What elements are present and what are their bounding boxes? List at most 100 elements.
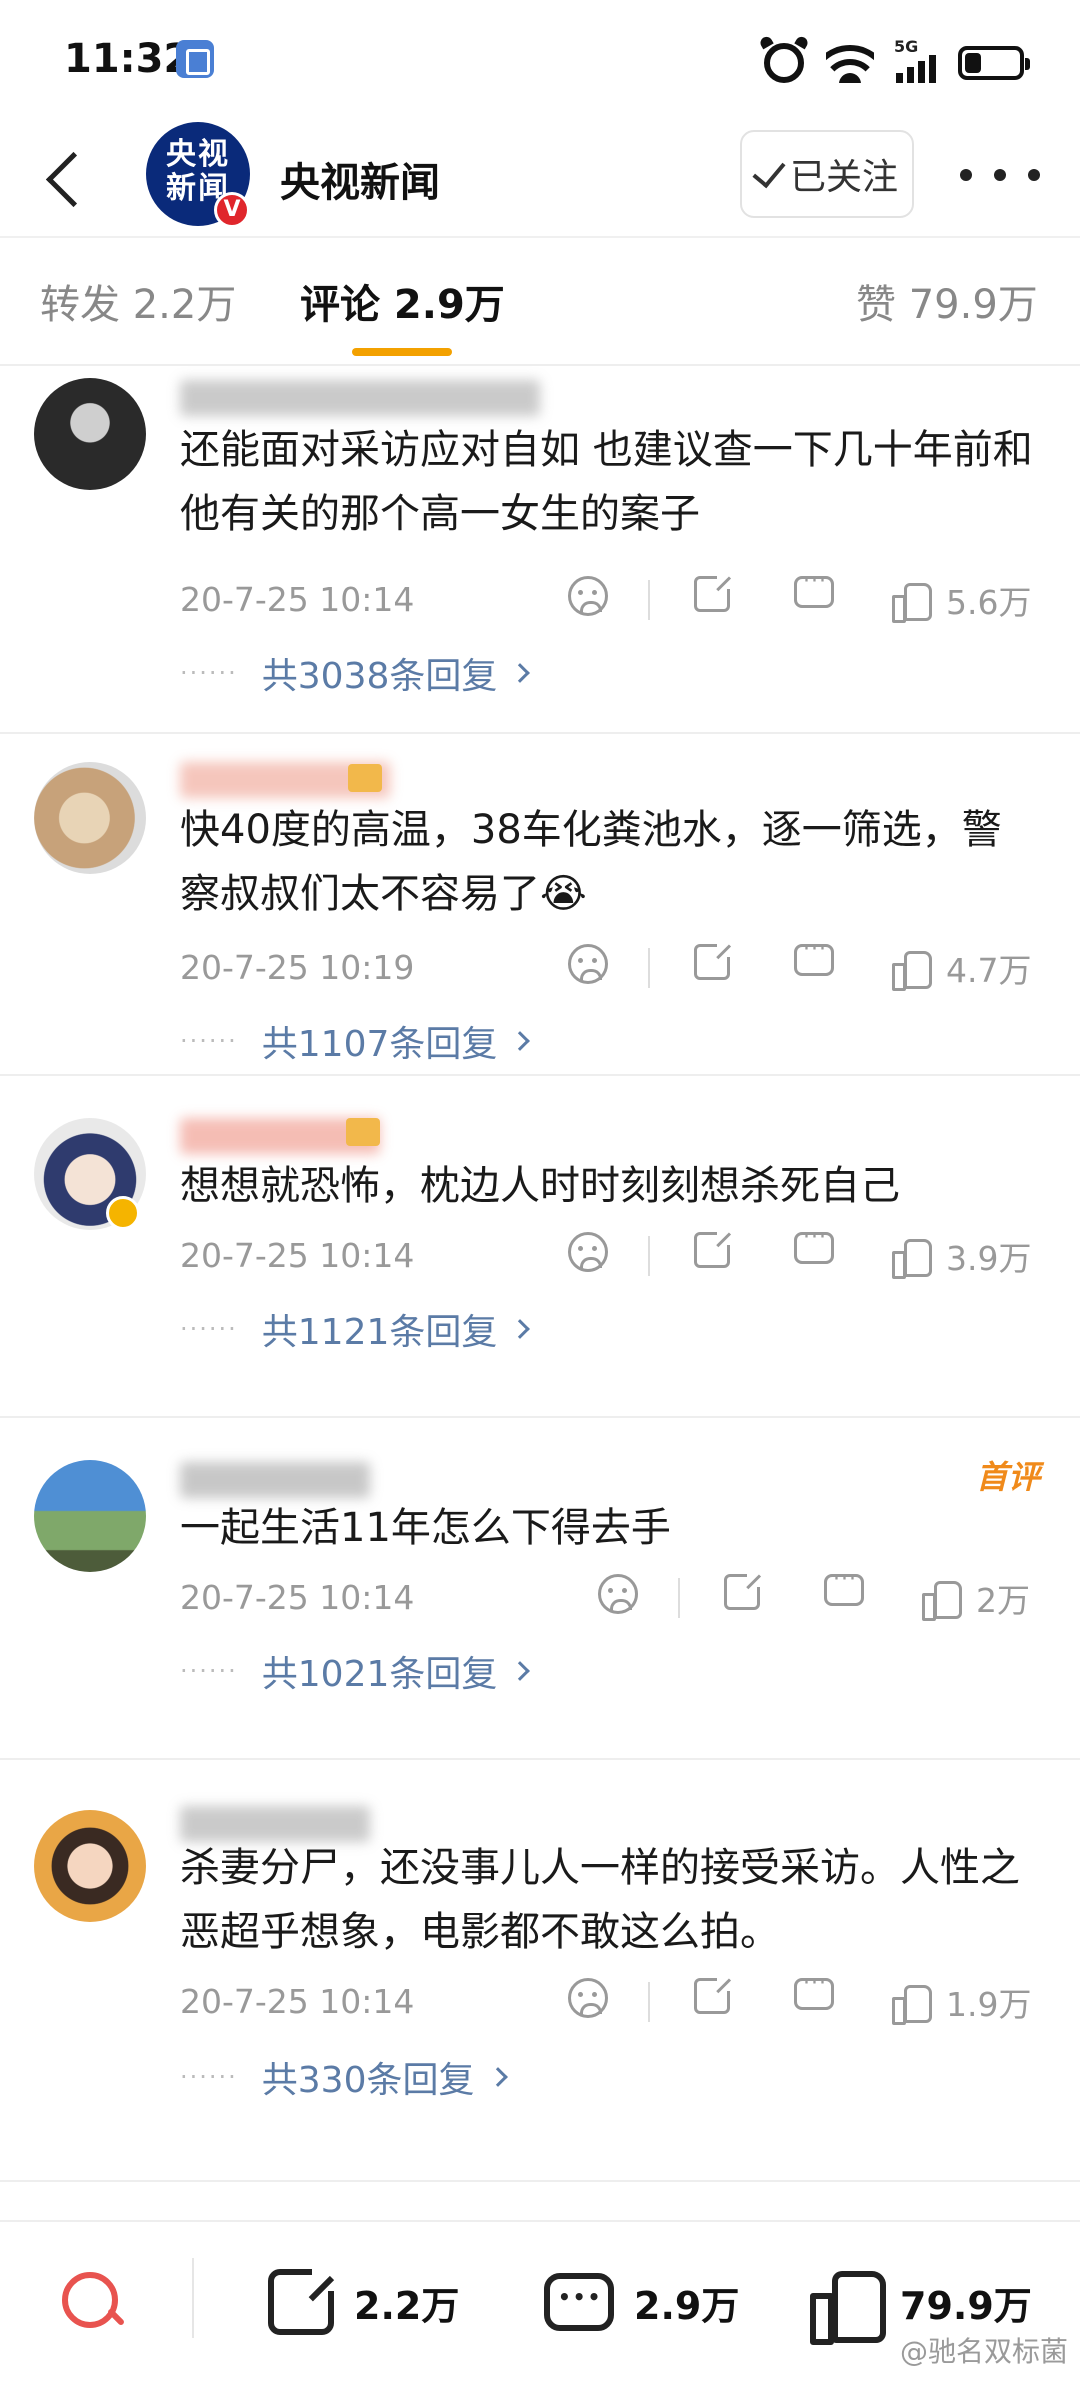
status-bar: 11:32 5G: [0, 0, 1080, 120]
action-divider: [648, 1236, 650, 1276]
frown-face-icon: [598, 1574, 638, 1614]
status-time: 11:32: [64, 36, 192, 82]
commenter-avatar[interactable]: [34, 762, 146, 874]
active-tab-indicator: [352, 348, 452, 356]
like-count: 79.9万: [900, 2283, 1032, 2328]
view-replies-link[interactable]: ······ 共3038条回复: [180, 648, 531, 698]
comment-item: 首评 一起生活11年怎么下得去手 20-7-25 10:14 2万 ······…: [0, 1420, 1080, 1760]
replies-dots: ······: [180, 1657, 238, 1685]
crown-badge-icon: [348, 764, 382, 792]
dislike-button[interactable]: [568, 1232, 608, 1272]
like-count: 3.9万: [946, 1239, 1032, 1278]
replies-count: 共330条回复: [261, 2060, 475, 2101]
like-comment-button[interactable]: 1.9万: [892, 1978, 1031, 2026]
dislike-button[interactable]: [568, 944, 608, 984]
action-divider: [648, 948, 650, 988]
comment-text: 快40度的高温，38车化粪池水，逐一筛选，警察叔叔们太不容易了😭: [180, 807, 1002, 917]
replies-dots: ······: [180, 2063, 238, 2091]
comment-date: 20-7-25 10:19: [180, 948, 415, 987]
back-button[interactable]: [36, 142, 96, 212]
tab-comments[interactable]: 评论 2.9万: [300, 272, 505, 330]
action-divider: [678, 1578, 680, 1618]
thumbs-up-icon: [810, 2267, 886, 2345]
more-options-button[interactable]: [960, 150, 1040, 200]
notification-app-icon: [176, 40, 214, 78]
like-comment-button[interactable]: 2万: [922, 1574, 1030, 1622]
commenter-avatar[interactable]: [34, 1460, 146, 1572]
cellular-signal-icon: 5G: [894, 37, 936, 83]
like-comment-button[interactable]: 5.6万: [892, 576, 1031, 624]
view-replies-link[interactable]: ······ 共1107条回复: [180, 1016, 531, 1066]
reply-comment-button[interactable]: [794, 1225, 834, 1264]
tab-likes[interactable]: 赞 79.9万: [856, 272, 1038, 330]
like-count: 5.6万: [946, 583, 1032, 622]
commenter-name-blurred[interactable]: [180, 1462, 370, 1498]
comment-meta: 20-7-25 10:19 4.7万: [180, 937, 1040, 992]
reply-comment-button[interactable]: [824, 1567, 864, 1606]
comment-date: 20-7-25 10:14: [180, 1578, 415, 1617]
comment-date: 20-7-25 10:14: [180, 1236, 415, 1275]
frown-face-icon: [568, 1232, 608, 1272]
like-count: 1.9万: [946, 1985, 1032, 2024]
commenter-name-blurred[interactable]: [180, 380, 540, 416]
battery-icon: [958, 46, 1030, 80]
thumbs-up-icon: [922, 1579, 962, 1621]
frown-face-icon: [568, 944, 608, 984]
comment-text: 杀妻分尸，还没事儿人一样的接受采访。人性之恶超乎想象，电影都不敢这么拍。: [180, 1845, 1020, 1955]
comment-text: 想想就恐怖，枕边人时时刻刻想杀死自己: [180, 1163, 900, 1209]
commenter-avatar[interactable]: [34, 1810, 146, 1922]
search-button[interactable]: [60, 2268, 126, 2334]
replies-count: 共1021条回复: [261, 1654, 498, 1695]
like-count: 4.7万: [946, 951, 1032, 990]
repost-button[interactable]: 2.2万: [268, 2262, 459, 2342]
dislike-button[interactable]: [568, 576, 608, 616]
comment-bubble-icon: [794, 937, 834, 976]
comment-meta: 20-7-25 10:14 3.9万: [180, 1225, 1040, 1280]
reply-comment-button[interactable]: [794, 569, 834, 608]
thumbs-up-icon: [892, 1983, 932, 2025]
action-divider: [648, 1982, 650, 2022]
comment-button[interactable]: 2.9万: [544, 2262, 739, 2342]
comment-bubble-icon: [794, 1225, 834, 1264]
comment-bubble-icon: [794, 1971, 834, 2010]
dislike-button[interactable]: [598, 1574, 638, 1614]
post-header: 央视 新闻 V 央视新闻 已关注: [0, 120, 1080, 236]
comment-date: 20-7-25 10:14: [180, 580, 415, 619]
bottom-bar-divider: [192, 2258, 194, 2338]
view-replies-link[interactable]: ······ 共1021条回复: [180, 1646, 531, 1696]
account-name[interactable]: 央视新闻: [280, 150, 440, 208]
action-divider: [648, 580, 650, 620]
reply-comment-button[interactable]: [794, 937, 834, 976]
share-comment-button[interactable]: [724, 1571, 763, 1610]
comment-item: 快40度的高温，38车化粪池水，逐一筛选，警察叔叔们太不容易了😭 20-7-25…: [0, 736, 1080, 1076]
share-comment-button[interactable]: [694, 573, 733, 612]
watermark-text: @驰名双标菌: [899, 2335, 1068, 2368]
replies-dots: ······: [180, 1027, 238, 1055]
share-comment-button[interactable]: [694, 1229, 733, 1268]
commenter-avatar[interactable]: [34, 378, 146, 490]
tab-reposts[interactable]: 转发 2.2万: [40, 272, 236, 330]
status-icons: 5G: [764, 37, 1030, 88]
comment-text: 还能面对采访应对自如 也建议查一下几十年前和他有关的那个高一女生的案子: [180, 427, 1033, 537]
share-comment-button[interactable]: [694, 941, 733, 980]
replies-dots: ······: [180, 659, 238, 687]
like-comment-button[interactable]: 3.9万: [892, 1232, 1031, 1280]
dislike-button[interactable]: [568, 1978, 608, 2018]
replies-count: 共1121条回复: [261, 1312, 498, 1353]
chevron-right-icon: [510, 1661, 531, 1681]
share-icon: [694, 941, 733, 980]
wifi-icon: [826, 43, 874, 83]
view-replies-link[interactable]: ······ 共330条回复: [180, 2052, 508, 2102]
reply-comment-button[interactable]: [794, 1971, 834, 2010]
like-count: 2万: [976, 1581, 1030, 1620]
replies-count: 共1107条回复: [261, 1024, 498, 1065]
comment-meta: 20-7-25 10:14 2万: [180, 1567, 1040, 1622]
comment-text: 一起生活11年怎么下得去手: [180, 1505, 671, 1551]
network-type-label: 5G: [894, 37, 919, 56]
share-comment-button[interactable]: [694, 1975, 733, 2014]
like-comment-button[interactable]: 4.7万: [892, 944, 1031, 992]
logo-text-top: 央视: [166, 137, 230, 172]
follow-button[interactable]: 已关注: [740, 130, 914, 218]
view-replies-link[interactable]: ······ 共1121条回复: [180, 1304, 531, 1354]
comment-date: 20-7-25 10:14: [180, 1982, 415, 2021]
